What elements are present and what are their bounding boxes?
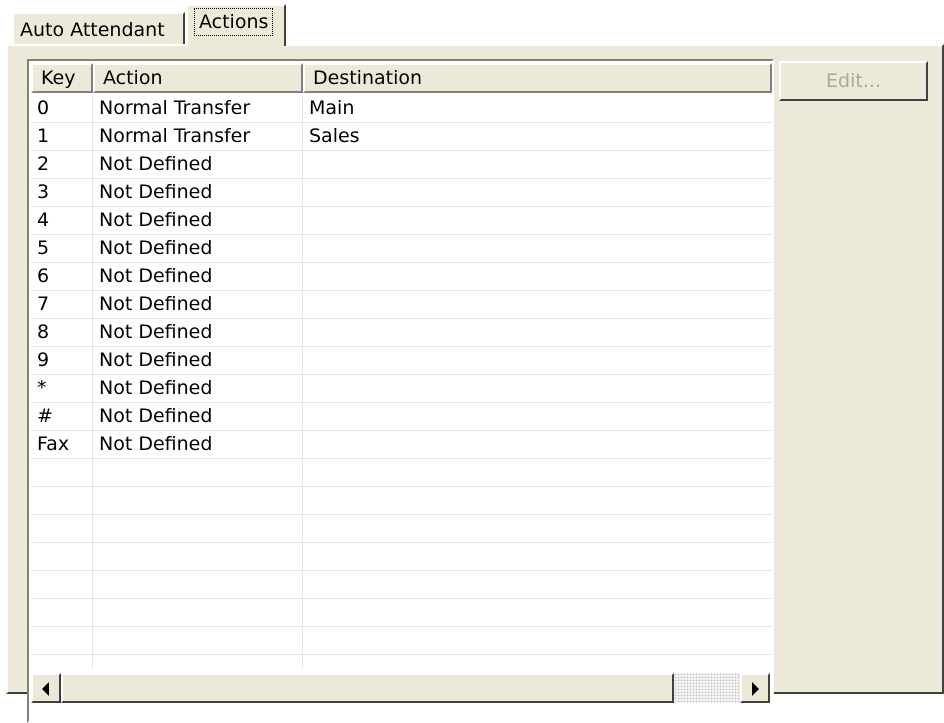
cell-action: Not Defined (99, 433, 213, 455)
list-header: Key Action Destination (31, 63, 772, 93)
cell-action: Not Defined (99, 405, 213, 427)
actions-list-view[interactable]: Key Action Destination 0 Normal Transfer M… (27, 59, 774, 723)
cell-action: Not Defined (99, 265, 213, 287)
table-row[interactable]: 2 Not Defined (31, 151, 772, 179)
cell-destination (303, 151, 770, 179)
table-row[interactable]: Fax Not Defined (31, 431, 772, 459)
table-row[interactable]: * Not Defined (31, 375, 772, 403)
empty-row (31, 459, 772, 487)
actions-panel: Key Action Destination 0 Normal Transfer M… (6, 44, 944, 723)
table-row[interactable]: 4 Not Defined (31, 207, 772, 235)
cell-action: Normal Transfer (99, 97, 251, 119)
arrow-right-icon (752, 682, 759, 696)
cell-action: Not Defined (99, 377, 213, 399)
table-row[interactable]: 9 Not Defined (31, 347, 772, 375)
cell-key: Fax (37, 433, 70, 455)
cell-key: 8 (37, 321, 50, 343)
list-rows: 0 Normal Transfer Main 1 Normal Transfer Sale… (31, 95, 772, 655)
cell-destination (303, 179, 770, 207)
cell-destination (303, 235, 770, 263)
cell-key: 7 (37, 293, 50, 315)
table-row[interactable]: 5 Not Defined (31, 235, 772, 263)
cell-destination (303, 375, 770, 403)
empty-row (31, 571, 772, 599)
arrow-left-icon (42, 682, 49, 696)
cell-destination (303, 347, 770, 375)
cell-destination: Sales (309, 125, 360, 147)
cell-key: 4 (37, 209, 50, 231)
cell-destination (303, 431, 770, 459)
cell-action: Not Defined (99, 293, 213, 315)
empty-row (31, 543, 772, 571)
table-row[interactable]: 6 Not Defined (31, 263, 772, 291)
tab-actions[interactable]: Actions (186, 4, 286, 46)
empty-row (31, 627, 772, 655)
table-row[interactable]: 3 Not Defined (31, 179, 772, 207)
empty-row (31, 599, 772, 627)
table-row[interactable]: 7 Not Defined (31, 291, 772, 319)
empty-row (31, 487, 772, 515)
column-header-key[interactable]: Key (31, 63, 93, 93)
cell-destination (303, 207, 770, 235)
cell-destination (303, 291, 770, 319)
cell-destination: Main (309, 97, 355, 119)
empty-row (31, 515, 772, 543)
tab-auto-attendant-label: Auto Attendant (20, 19, 165, 41)
cell-key: 9 (37, 349, 50, 371)
table-row[interactable]: 1 Normal Transfer Sales (31, 123, 772, 151)
cell-key: 5 (37, 237, 50, 259)
cell-action: Not Defined (99, 209, 213, 231)
cell-key: 1 (37, 125, 50, 147)
cell-action: Normal Transfer (99, 125, 251, 147)
cell-key: 0 (37, 97, 50, 119)
cell-destination (303, 403, 770, 431)
table-row[interactable]: 0 Normal Transfer Main (31, 95, 772, 123)
cell-key: 2 (37, 153, 50, 175)
column-header-destination[interactable]: Destination (303, 63, 772, 93)
cell-action: Not Defined (99, 153, 213, 175)
tab-auto-attendant[interactable]: Auto Attendant (12, 12, 185, 44)
cell-key: * (37, 377, 47, 399)
cell-key: 3 (37, 181, 50, 203)
edit-button[interactable]: Edit... (779, 61, 928, 101)
cell-destination (303, 319, 770, 347)
column-header-action[interactable]: Action (93, 63, 303, 93)
table-row[interactable]: 8 Not Defined (31, 319, 772, 347)
cell-action: Not Defined (99, 237, 213, 259)
tab-actions-label: Actions (194, 8, 274, 36)
cell-key: # (37, 405, 53, 427)
cell-key: 6 (37, 265, 50, 287)
cell-action: Not Defined (99, 321, 213, 343)
cell-action: Not Defined (99, 349, 213, 371)
cell-action: Not Defined (99, 181, 213, 203)
cell-destination (303, 263, 770, 291)
table-row[interactable]: # Not Defined (31, 403, 772, 431)
